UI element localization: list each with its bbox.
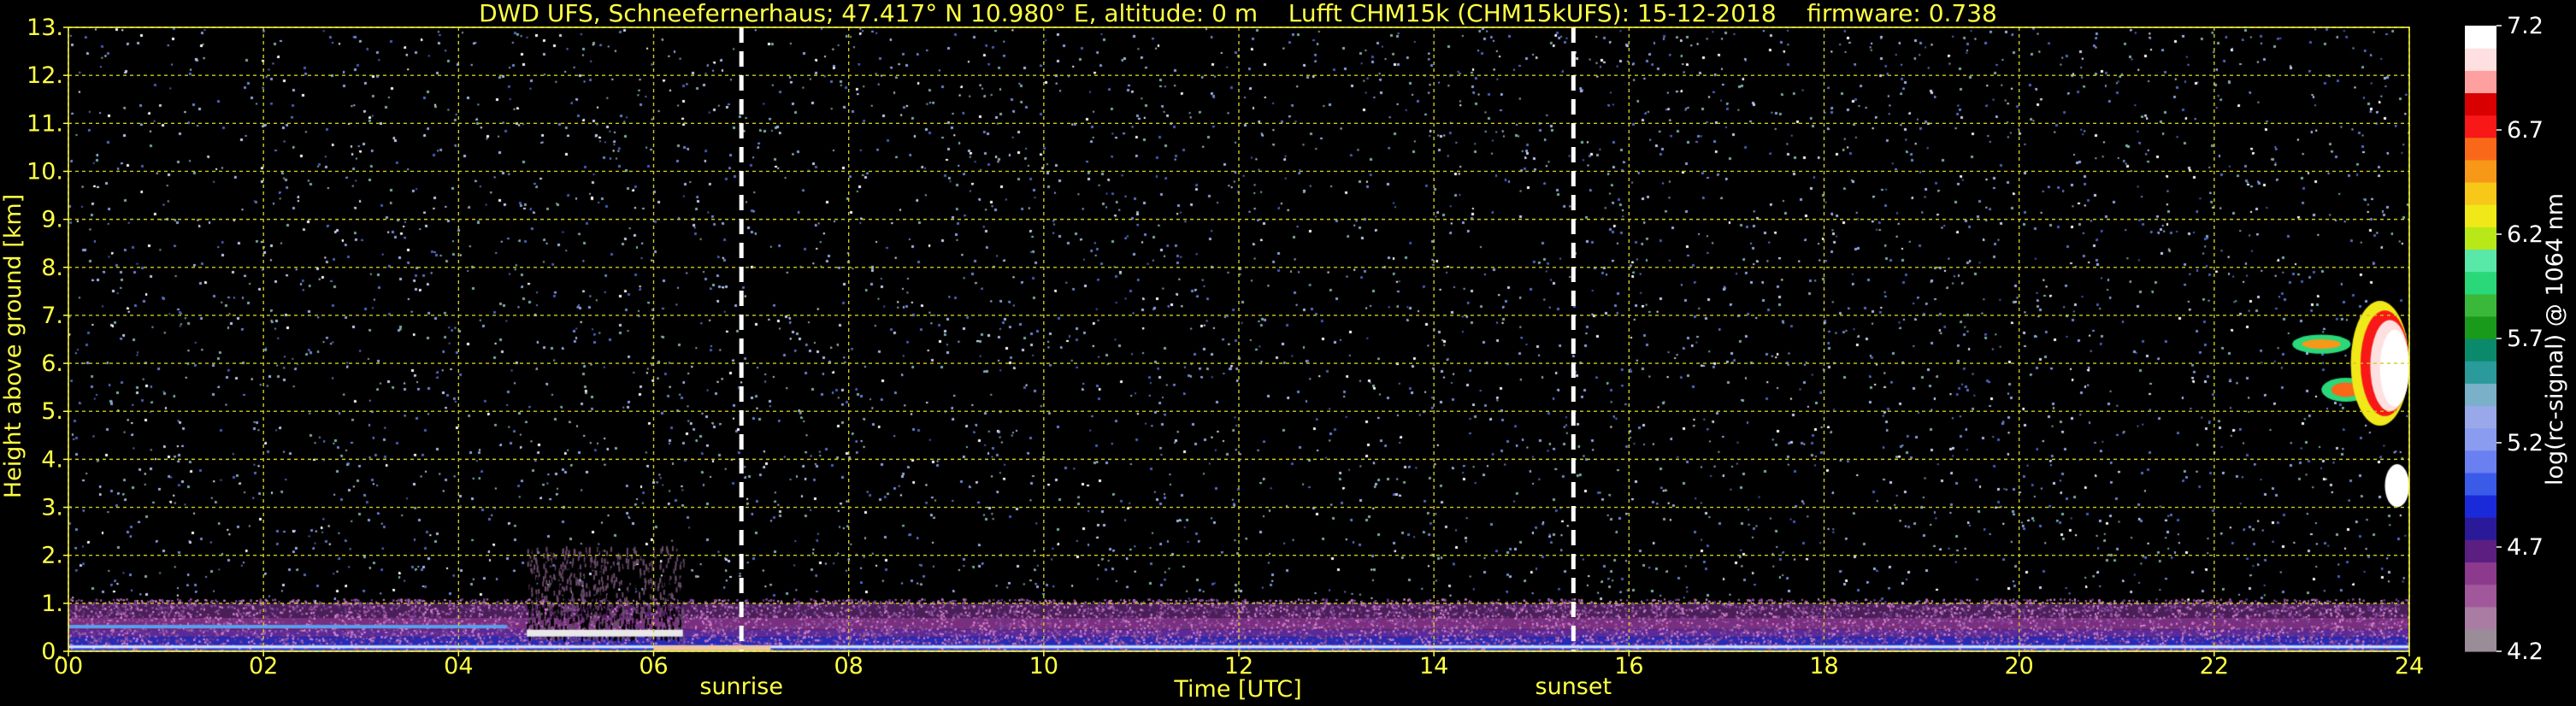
- colorbar-swatch: [2465, 48, 2496, 71]
- colorbar-swatch: [2465, 383, 2496, 407]
- colorbar-swatch: [2465, 115, 2496, 138]
- colorbar-swatch: [2465, 427, 2496, 451]
- colorbar-swatch: [2465, 293, 2496, 317]
- colorbar-swatch: [2465, 26, 2496, 49]
- chart-title: DWD UFS, Schneefernerhaus; 47.417° N 10.…: [479, 0, 1997, 27]
- colorbar-swatch: [2465, 315, 2496, 339]
- y-tick-label: 5.: [41, 398, 63, 425]
- colorbar-swatch: [2465, 338, 2496, 362]
- colorbar-swatch: [2465, 539, 2496, 563]
- colorbar: 4.2 4.7 5.2 5.7 6.2 6.7 7.2: [2465, 13, 2544, 665]
- colorbar-swatch: [2465, 584, 2496, 608]
- y-tick-label: 0.: [41, 638, 63, 665]
- colorbar-swatch: [2465, 227, 2496, 250]
- colorbar-tick-label: 6.2: [2507, 221, 2544, 248]
- colorbar-swatch: [2465, 450, 2496, 474]
- x-tick-label: 18: [1809, 653, 1838, 680]
- colorbar-swatch: [2465, 472, 2496, 496]
- y-tick-label: 7.: [41, 303, 63, 329]
- colorbar-tick-label: 6.7: [2507, 117, 2544, 144]
- x-tick-label: 22: [2200, 653, 2229, 680]
- colorbar-label: log(rc-signal) @ 1064 nm: [2542, 193, 2568, 485]
- sunset-label: sunset: [1536, 674, 1612, 700]
- sunrise-label: sunrise: [699, 674, 783, 700]
- y-tick-label: 8.: [41, 255, 63, 281]
- y-tick-label: 13.: [27, 15, 63, 41]
- colorbar-tick-label: 4.7: [2507, 534, 2544, 561]
- lidar-backscatter-chart: DWD UFS, Schneefernerhaus; 47.417° N 10.…: [0, 0, 2568, 703]
- x-tick-label: 04: [444, 653, 473, 680]
- y-tick-label: 2.: [41, 543, 63, 569]
- colorbar-swatch: [2465, 628, 2496, 652]
- colorbar-swatch: [2465, 70, 2496, 94]
- colorbar-swatch: [2465, 405, 2496, 429]
- x-tick-label: 24: [2395, 653, 2424, 680]
- x-tick-label: 02: [249, 653, 278, 680]
- y-tick-label: 12.: [27, 62, 63, 89]
- y-tick-label: 1.: [41, 591, 63, 617]
- colorbar-swatch: [2465, 137, 2496, 161]
- colorbar-swatch: [2465, 517, 2496, 540]
- colorbar-tick-label: 7.2: [2507, 13, 2544, 39]
- colorbar-swatch: [2465, 159, 2496, 183]
- colorbar-swatch: [2465, 271, 2496, 295]
- colorbar-swatch: [2465, 495, 2496, 518]
- colorbar-swatch: [2465, 92, 2496, 116]
- colorbar-tick-label: 4.2: [2507, 638, 2544, 665]
- x-tick-label: 16: [1614, 653, 1643, 680]
- colorbar-swatch: [2465, 606, 2496, 630]
- colorbar-swatch: [2465, 182, 2496, 205]
- y-axis-label: Height above ground [km]: [0, 194, 27, 498]
- colorbar-swatch: [2465, 562, 2496, 585]
- x-tick-label: 10: [1029, 653, 1058, 680]
- y-tick-label: 6.: [41, 350, 63, 377]
- x-tick-label: 20: [2004, 653, 2033, 680]
- colorbar-swatch: [2465, 204, 2496, 227]
- plot-area: sunrise sunset: [68, 26, 2410, 700]
- colorbar-swatch: [2465, 361, 2496, 384]
- y-tick-label: 9.: [41, 207, 63, 233]
- colorbar-swatch: [2465, 249, 2496, 273]
- x-tick-label: 08: [834, 653, 863, 680]
- signal-field: [68, 27, 2409, 651]
- y-tick-label: 3.: [41, 495, 63, 521]
- x-axis-label: Time [UTC]: [1173, 676, 1301, 703]
- x-tick-label: 14: [1419, 653, 1448, 680]
- colorbar-tick-label: 5.7: [2507, 326, 2544, 352]
- colorbar-tick-label: 5.2: [2507, 430, 2544, 456]
- y-tick-label: 4.: [41, 446, 63, 473]
- y-tick-label: 11.: [27, 110, 63, 137]
- y-tick-label: 10.: [27, 158, 63, 185]
- x-tick-label: 06: [639, 653, 668, 680]
